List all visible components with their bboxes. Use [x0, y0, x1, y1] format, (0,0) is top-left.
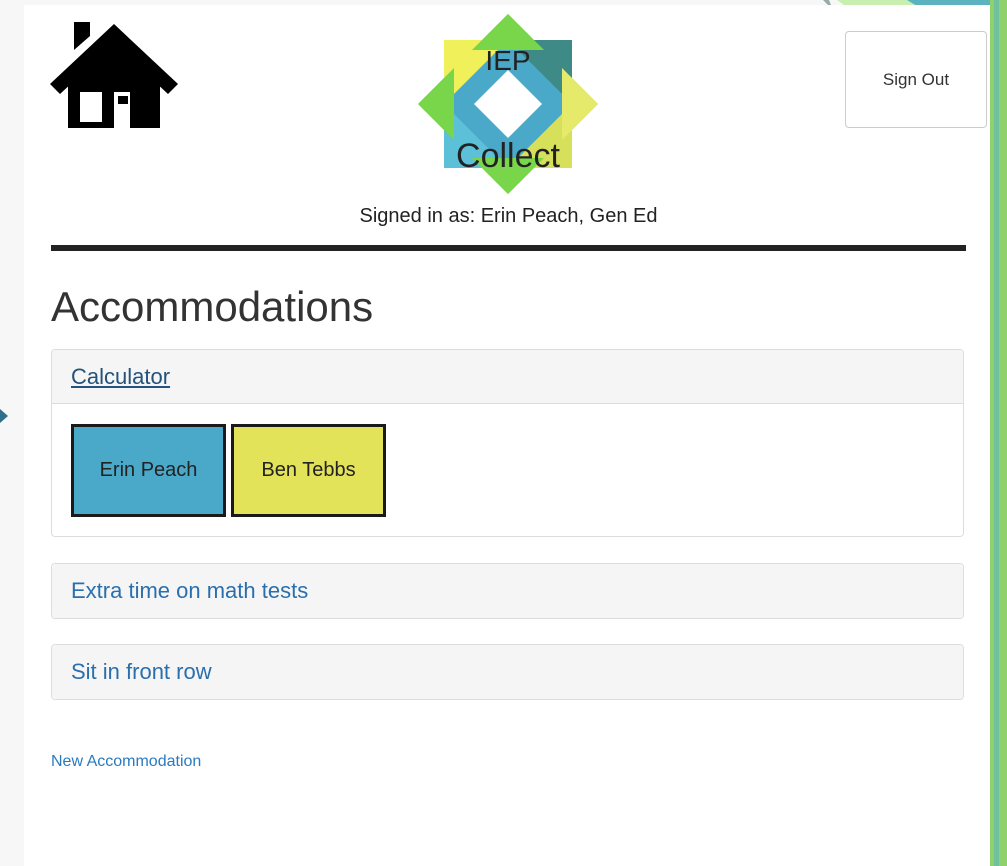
accommodation-link-extra-time[interactable]: Extra time on math tests — [71, 578, 308, 604]
accommodation-panel-heading: Calculator — [52, 350, 963, 404]
sign-out-button[interactable]: Sign Out — [845, 31, 987, 128]
house-icon — [50, 22, 178, 128]
student-tile-ben-tebbs[interactable]: Ben Tebbs — [231, 424, 386, 517]
accommodation-panel-body: Erin Peach Ben Tebbs — [52, 404, 963, 536]
logo-text-iep: IEP — [485, 45, 530, 76]
page-title: Accommodations — [51, 283, 374, 330]
header-divider — [51, 245, 966, 251]
logo-text-collect: Collect — [456, 137, 560, 175]
accommodation-panel-heading: Extra time on math tests — [52, 564, 963, 618]
side-arrow-icon — [0, 409, 8, 423]
right-accent-stripe — [994, 0, 999, 866]
accommodation-panel-heading: Sit in front row — [52, 645, 963, 699]
accommodation-panel: Extra time on math tests — [51, 563, 964, 619]
iep-collect-logo: IEP Collect — [418, 14, 598, 194]
signed-in-status: Signed in as: Erin Peach, Gen Ed — [359, 205, 658, 227]
student-tile-erin-peach[interactable]: Erin Peach — [71, 424, 226, 517]
accommodation-panel: Calculator Erin Peach Ben Tebbs — [51, 349, 964, 537]
new-accommodation-link[interactable]: New Accommodation — [51, 753, 201, 771]
accommodation-panel: Sit in front row — [51, 644, 964, 700]
home-button[interactable] — [50, 22, 178, 130]
accommodation-link-front-row[interactable]: Sit in front row — [71, 659, 212, 685]
accommodation-link-calculator[interactable]: Calculator — [71, 364, 170, 390]
